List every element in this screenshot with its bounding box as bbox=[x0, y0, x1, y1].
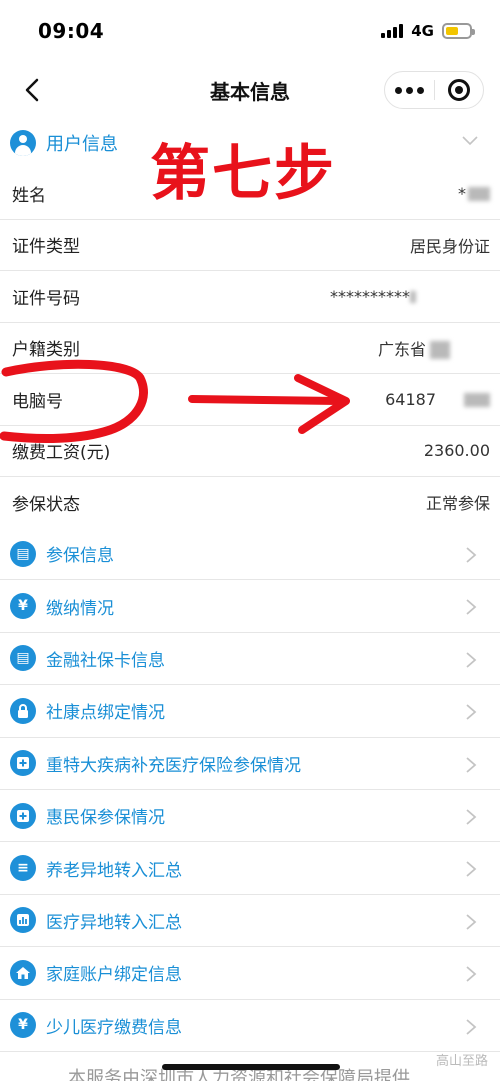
info-value: ********** bbox=[330, 287, 416, 306]
chevron-right-icon bbox=[466, 652, 477, 668]
info-value: 居民身份证 bbox=[409, 236, 490, 256]
chevron-left-icon bbox=[25, 78, 39, 102]
menu-item-label: 金融社保卡信息 bbox=[46, 650, 165, 671]
user-icon bbox=[10, 130, 36, 156]
menu-item-label: 家庭账户绑定信息 bbox=[46, 965, 182, 986]
lock-icon bbox=[10, 697, 36, 724]
info-row-id-number: 证件号码 ********** bbox=[0, 271, 500, 323]
info-value: 2360.00 bbox=[423, 441, 490, 461]
chevron-right-icon bbox=[466, 966, 477, 982]
more-button[interactable] bbox=[385, 86, 434, 94]
info-row-salary: 缴费工资(元) 2360.00 bbox=[0, 425, 500, 477]
info-row-id-type: 证件类型 居民身份证 bbox=[0, 219, 500, 271]
status-bar: 09:04 4G bbox=[0, 0, 500, 62]
info-label: 证件号码 bbox=[12, 288, 80, 309]
menu-item-community-health[interactable]: 社康点绑定情况 bbox=[0, 685, 500, 738]
chevron-right-icon bbox=[466, 704, 477, 720]
info-row-insurance-status: 参保状态 正常参保 bbox=[0, 477, 500, 529]
chevron-right-icon bbox=[466, 599, 477, 616]
section-title: 用户信息 bbox=[46, 134, 118, 155]
back-button[interactable] bbox=[18, 76, 46, 104]
info-label: 证件类型 bbox=[12, 237, 80, 258]
menu-item-label: 惠民保参保情况 bbox=[46, 808, 165, 829]
menu-item-payment-status[interactable]: ¥ 缴纳情况 bbox=[0, 580, 500, 633]
medical-plus-icon bbox=[10, 802, 36, 829]
menu-item-label: 社康点绑定情况 bbox=[46, 703, 165, 724]
medical-plus-icon bbox=[10, 750, 36, 777]
menu-item-pension-transfer[interactable]: ≡ 养老异地转入汇总 bbox=[0, 842, 500, 895]
watermark: 高山至路 bbox=[435, 1054, 488, 1069]
info-row-household: 户籍类别 广东省 bbox=[0, 322, 500, 374]
yen-icon: ¥ bbox=[10, 593, 36, 620]
network-type: 4G bbox=[411, 22, 434, 40]
chevron-right-icon bbox=[466, 1018, 477, 1035]
info-label: 缴费工资(元) bbox=[12, 443, 111, 464]
menu-item-label: 参保信息 bbox=[46, 546, 114, 567]
menu-item-finance-card[interactable]: ▤ 金融社保卡信息 bbox=[0, 632, 500, 686]
yen-icon: ¥ bbox=[10, 1012, 36, 1039]
chevron-right-icon bbox=[466, 914, 477, 930]
status-time: 09:04 bbox=[38, 19, 105, 43]
info-value: 64187 bbox=[385, 390, 490, 409]
info-row-computer-number: 电脑号 64187 bbox=[0, 374, 500, 426]
info-label: 电脑号 bbox=[12, 391, 63, 412]
chevron-right-icon bbox=[466, 861, 477, 878]
signal-icon bbox=[381, 24, 404, 38]
menu-item-label: 重特大疾病补充医疗保险参保情况 bbox=[46, 755, 301, 776]
info-label: 户籍类别 bbox=[12, 340, 80, 361]
more-dot-icon bbox=[405, 86, 413, 94]
home-indicator bbox=[162, 1064, 340, 1070]
info-label: 姓名 bbox=[12, 185, 46, 206]
menu-item-label: 缴纳情况 bbox=[46, 598, 114, 619]
info-label: 参保状态 bbox=[12, 494, 80, 515]
chevron-right-icon bbox=[466, 547, 477, 563]
nav-bar: 基本信息 bbox=[0, 62, 500, 118]
close-button[interactable] bbox=[435, 79, 484, 101]
annotation-step-text: 第七步 bbox=[150, 139, 336, 209]
menu-item-huiminbao[interactable]: 惠民保参保情况 bbox=[0, 789, 500, 843]
menu-item-critical-illness[interactable]: 重特大疾病补充医疗保险参保情况 bbox=[0, 737, 500, 790]
home-icon bbox=[10, 959, 36, 986]
status-icons: 4G bbox=[381, 22, 475, 40]
menu-item-label: 医疗异地转入汇总 bbox=[46, 912, 182, 933]
info-value: 广东省 bbox=[378, 336, 450, 360]
menu-item-insurance-info[interactable]: ▤ 参保信息 bbox=[0, 528, 500, 581]
info-value: * bbox=[458, 184, 490, 203]
chevron-right-icon bbox=[466, 809, 477, 825]
menu-item-family-account[interactable]: 家庭账户绑定信息 bbox=[0, 947, 500, 1000]
document-icon: ≡ bbox=[10, 855, 36, 882]
user-info-list: 姓名 * 证件类型 居民身份证 证件号码 ********** 户籍类别 广东省… bbox=[0, 168, 500, 529]
menu-item-label: 少儿医疗缴费信息 bbox=[46, 1017, 182, 1038]
card-icon: ▤ bbox=[10, 540, 36, 567]
chevron-down-icon bbox=[462, 136, 478, 146]
more-dot-icon bbox=[416, 86, 424, 94]
more-dot-icon bbox=[394, 86, 402, 94]
menu-item-medical-transfer[interactable]: 医疗异地转入汇总 bbox=[0, 894, 500, 948]
menu-list: ▤ 参保信息 ¥ 缴纳情况 ▤ 金融社保卡信息 社康点绑定情况 重特大疾病补充医… bbox=[0, 528, 500, 1052]
card-icon: ▤ bbox=[10, 645, 36, 672]
mini-program-capsule bbox=[384, 71, 484, 109]
chart-icon bbox=[10, 907, 36, 934]
page-title: 基本信息 bbox=[210, 79, 290, 104]
info-value: 正常参保 bbox=[425, 494, 490, 514]
menu-item-label: 养老异地转入汇总 bbox=[46, 860, 182, 881]
menu-item-child-medical[interactable]: ¥ 少儿医疗缴费信息 bbox=[0, 999, 500, 1052]
chevron-right-icon bbox=[466, 756, 477, 773]
battery-icon bbox=[442, 23, 475, 39]
target-icon bbox=[447, 79, 470, 101]
